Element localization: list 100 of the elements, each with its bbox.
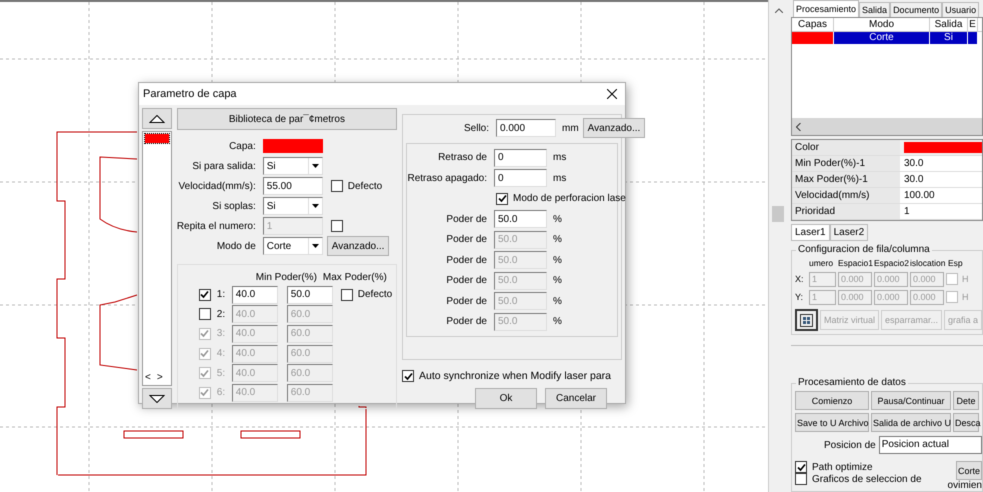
scroll-up-button[interactable] bbox=[142, 108, 172, 129]
input-field[interactable]: 0 bbox=[494, 169, 547, 188]
unit-label: % bbox=[553, 316, 562, 328]
dropdown-caret-icon bbox=[312, 244, 319, 248]
scroll-up-icon[interactable] bbox=[775, 8, 783, 13]
action-button[interactable]: Dete bbox=[953, 391, 979, 410]
triangle-up-icon bbox=[148, 114, 165, 122]
field-label: Velocidad(mm/s): bbox=[178, 180, 257, 192]
input-field[interactable]: 55.00 bbox=[262, 177, 323, 195]
row-number: 5: bbox=[216, 368, 226, 379]
tab[interactable]: Laser1 bbox=[791, 224, 830, 242]
dropdown[interactable]: Si bbox=[262, 157, 323, 175]
advanced-button[interactable]: Avanzado... bbox=[582, 118, 646, 138]
column-header: Espacio2 bbox=[874, 258, 908, 268]
field-label: Si soplas: bbox=[211, 200, 257, 212]
field-label: Poder de bbox=[445, 254, 488, 266]
input-field[interactable]: 0 bbox=[494, 148, 547, 167]
checkbox[interactable] bbox=[402, 370, 414, 382]
checkbox-label: H bbox=[962, 292, 968, 302]
dropdown-caret-icon bbox=[312, 164, 319, 168]
checkbox[interactable] bbox=[198, 308, 211, 320]
property-value[interactable]: 100.00 bbox=[900, 188, 982, 204]
property-value[interactable]: 1 bbox=[900, 204, 982, 220]
cancel-button[interactable]: Cancelar bbox=[545, 388, 607, 409]
array-button[interactable] bbox=[795, 309, 818, 332]
property-label: Color bbox=[792, 140, 900, 156]
unit-label: ms bbox=[553, 172, 566, 184]
action-button[interactable]: Pausa/Continuar bbox=[871, 391, 951, 410]
parameter-library-button[interactable]: Biblioteca de par¯¢metros bbox=[176, 108, 397, 130]
property-label: Velocidad(mm/s) bbox=[792, 188, 900, 204]
action-button[interactable]: Desca bbox=[953, 413, 979, 432]
checkbox[interactable] bbox=[795, 473, 807, 485]
property-value[interactable]: 30.0 bbox=[900, 156, 982, 172]
field-label: Poder de bbox=[445, 214, 488, 225]
column-header: islocation bbox=[910, 258, 946, 268]
checkbox-label: H bbox=[962, 274, 968, 284]
grid-icon bbox=[800, 314, 813, 327]
unit-label: ms bbox=[553, 152, 566, 164]
checkbox[interactable] bbox=[198, 288, 211, 301]
vertical-scrollbar[interactable] bbox=[768, 0, 788, 492]
close-button[interactable] bbox=[605, 87, 619, 101]
row-number: 2: bbox=[216, 308, 226, 320]
table-cell bbox=[968, 32, 978, 44]
group-title: Configuracion de fila/columna bbox=[796, 244, 932, 256]
column-header: Esp bbox=[948, 258, 964, 268]
checkbox-label: Graficos de seleccion de bbox=[812, 474, 922, 484]
max-power-field[interactable]: 50.0 bbox=[286, 286, 333, 304]
dropdown[interactable]: Si bbox=[262, 197, 323, 215]
tab[interactable]: Documento bbox=[890, 2, 942, 17]
tab[interactable]: Procesamiento bbox=[793, 0, 860, 17]
ok-button[interactable]: Ok bbox=[475, 388, 537, 409]
scroll-arrow[interactable]: > bbox=[156, 372, 163, 383]
row-number: 6: bbox=[216, 387, 226, 398]
tab[interactable]: Salida bbox=[859, 2, 890, 17]
column-header: Salida bbox=[930, 18, 968, 31]
dropdown-caret-icon bbox=[312, 204, 319, 208]
dialog-title: Parametro de capa bbox=[143, 88, 237, 100]
checkbox[interactable] bbox=[340, 288, 353, 301]
table-cell[interactable]: Si bbox=[930, 32, 968, 44]
triangle-down-icon bbox=[148, 394, 165, 402]
checkbox-label: Defecto bbox=[358, 289, 392, 300]
field-label: Posicion de bbox=[824, 440, 876, 450]
scroll-left-icon[interactable] bbox=[796, 122, 801, 131]
tab[interactable]: Usuario bbox=[942, 2, 980, 17]
min-power-field[interactable]: 40.0 bbox=[232, 286, 278, 304]
layer-color-swatch[interactable] bbox=[262, 139, 323, 153]
scroll-arrow[interactable]: < bbox=[145, 372, 151, 383]
checkbox[interactable] bbox=[795, 461, 807, 473]
field-label: Si para salida: bbox=[191, 160, 257, 172]
field-label: Poder de bbox=[445, 316, 488, 328]
scrollbar-thumb[interactable] bbox=[772, 206, 784, 222]
action-button[interactable]: Corte bbox=[956, 461, 982, 480]
color-swatch[interactable] bbox=[904, 142, 982, 154]
checkbox[interactable] bbox=[946, 291, 958, 304]
scroll-down-button[interactable] bbox=[142, 388, 172, 409]
column-header: Min Poder(%) bbox=[256, 272, 317, 282]
horizontal-scrollbar[interactable] bbox=[792, 118, 982, 136]
unit-label: % bbox=[553, 296, 562, 307]
checkbox[interactable] bbox=[946, 273, 958, 286]
action-button[interactable]: Comienzo bbox=[795, 391, 869, 410]
field-label: Poder de bbox=[445, 275, 488, 286]
column-header: Capas bbox=[792, 18, 834, 31]
property-value[interactable]: 30.0 bbox=[900, 172, 982, 188]
checkbox-label: Path optimize bbox=[812, 462, 873, 472]
position-field[interactable]: Posicion actual bbox=[878, 436, 982, 454]
table-cell[interactable]: Corte bbox=[834, 32, 930, 44]
checkbox[interactable] bbox=[496, 192, 508, 205]
advanced-button[interactable]: Avanzado... bbox=[326, 236, 390, 256]
input-field[interactable]: 0.000 bbox=[496, 119, 556, 138]
column-header: Espacio1 bbox=[838, 258, 872, 268]
field-label: Poder de bbox=[445, 234, 488, 246]
action-button[interactable]: Save to U Archivo bbox=[795, 413, 869, 432]
layer-swatch[interactable] bbox=[145, 134, 169, 143]
input-field[interactable]: 50.0 bbox=[494, 210, 547, 228]
dropdown[interactable]: Corte bbox=[262, 237, 323, 255]
action-button[interactable]: Salida de archivo U bbox=[871, 413, 951, 432]
tab[interactable]: Laser2 bbox=[830, 224, 868, 242]
checkbox[interactable] bbox=[330, 180, 343, 192]
checkbox-label: Modo de perforacion lase bbox=[513, 193, 626, 204]
field-label: Retraso de bbox=[437, 152, 488, 164]
